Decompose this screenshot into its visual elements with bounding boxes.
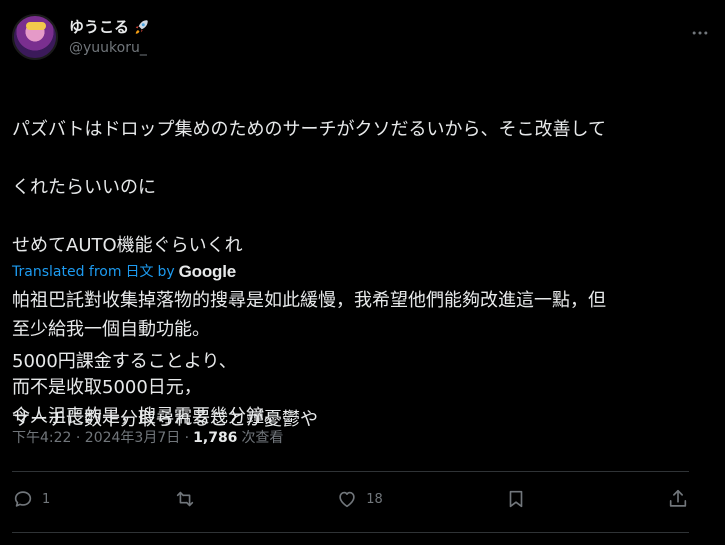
share-button[interactable] (667, 488, 689, 510)
translation-text: 帕祖巴託對收集掉落物的搜尋是如此緩慢，我希望他們能夠改進這一點，但 至少給我一個… (12, 286, 702, 431)
repost-button[interactable] (174, 488, 214, 510)
translation-line: 帕祖巴託對收集掉落物的搜尋是如此緩慢，我希望他們能夠改進這一點，但 (12, 290, 606, 311)
heart-icon (339, 491, 355, 508)
translated-by-label: by (157, 264, 175, 280)
reply-button[interactable]: 1 (12, 488, 52, 510)
like-button[interactable]: 18 (336, 488, 383, 510)
tweet-detail: ゆうこる @yuukoru_ パズバトはドロップ集めのためのサーチがクソだるいか… (0, 0, 725, 545)
tweet-header: ゆうこる @yuukoru_ (12, 14, 150, 60)
reply-icon (14, 491, 32, 507)
like-count: 18 (366, 491, 383, 507)
divider (12, 532, 689, 533)
views-label: 次查看 (241, 430, 284, 446)
repost-icon (176, 491, 194, 507)
divider (12, 471, 689, 472)
more-horizontal-icon (692, 31, 708, 35)
translation-line: 而不是收取5000日元， (12, 377, 202, 398)
views-count[interactable]: 1,786 (193, 428, 237, 448)
translation-blank-line (12, 344, 702, 373)
tweet-timestamp[interactable]: 下午4:22 · 2024年3月7日 · (12, 428, 189, 448)
author-names: ゆうこる @yuukoru_ (69, 17, 150, 58)
avatar[interactable] (12, 14, 58, 60)
google-logo: Google (178, 262, 237, 281)
reply-count: 1 (42, 491, 51, 507)
tweet-line: くれたらいいのに (12, 177, 156, 198)
translation-attribution: Translated from 日文 by Google (12, 262, 236, 282)
share-icon (669, 489, 687, 507)
rocket-icon (135, 19, 148, 34)
display-name[interactable]: ゆうこる (69, 17, 129, 37)
tweet-line: せめてAUTO機能ぐらいくれ (12, 235, 243, 256)
translation-line: 令人沮喪的是，搜尋需要幾分鐘。 (12, 406, 282, 427)
display-name-row: ゆうこる (69, 17, 150, 37)
more-options-button[interactable] (689, 22, 711, 44)
bookmark-button[interactable] (505, 488, 545, 510)
user-handle[interactable]: @yuukoru_ (69, 38, 150, 58)
translated-language[interactable]: 日文 (125, 262, 153, 282)
bookmark-icon (509, 490, 523, 508)
translated-from-label[interactable]: Translated from (12, 262, 121, 282)
translation-line: 至少給我一個自動功能。 (12, 319, 210, 340)
tweet-meta: 下午4:22 · 2024年3月7日 · 1,786 次查看 (12, 428, 283, 448)
tweet-actions: 1 18 (12, 476, 689, 522)
tweet-line: パズバトはドロップ集めのためのサーチがクソだるいから、そこ改善して (12, 119, 606, 140)
